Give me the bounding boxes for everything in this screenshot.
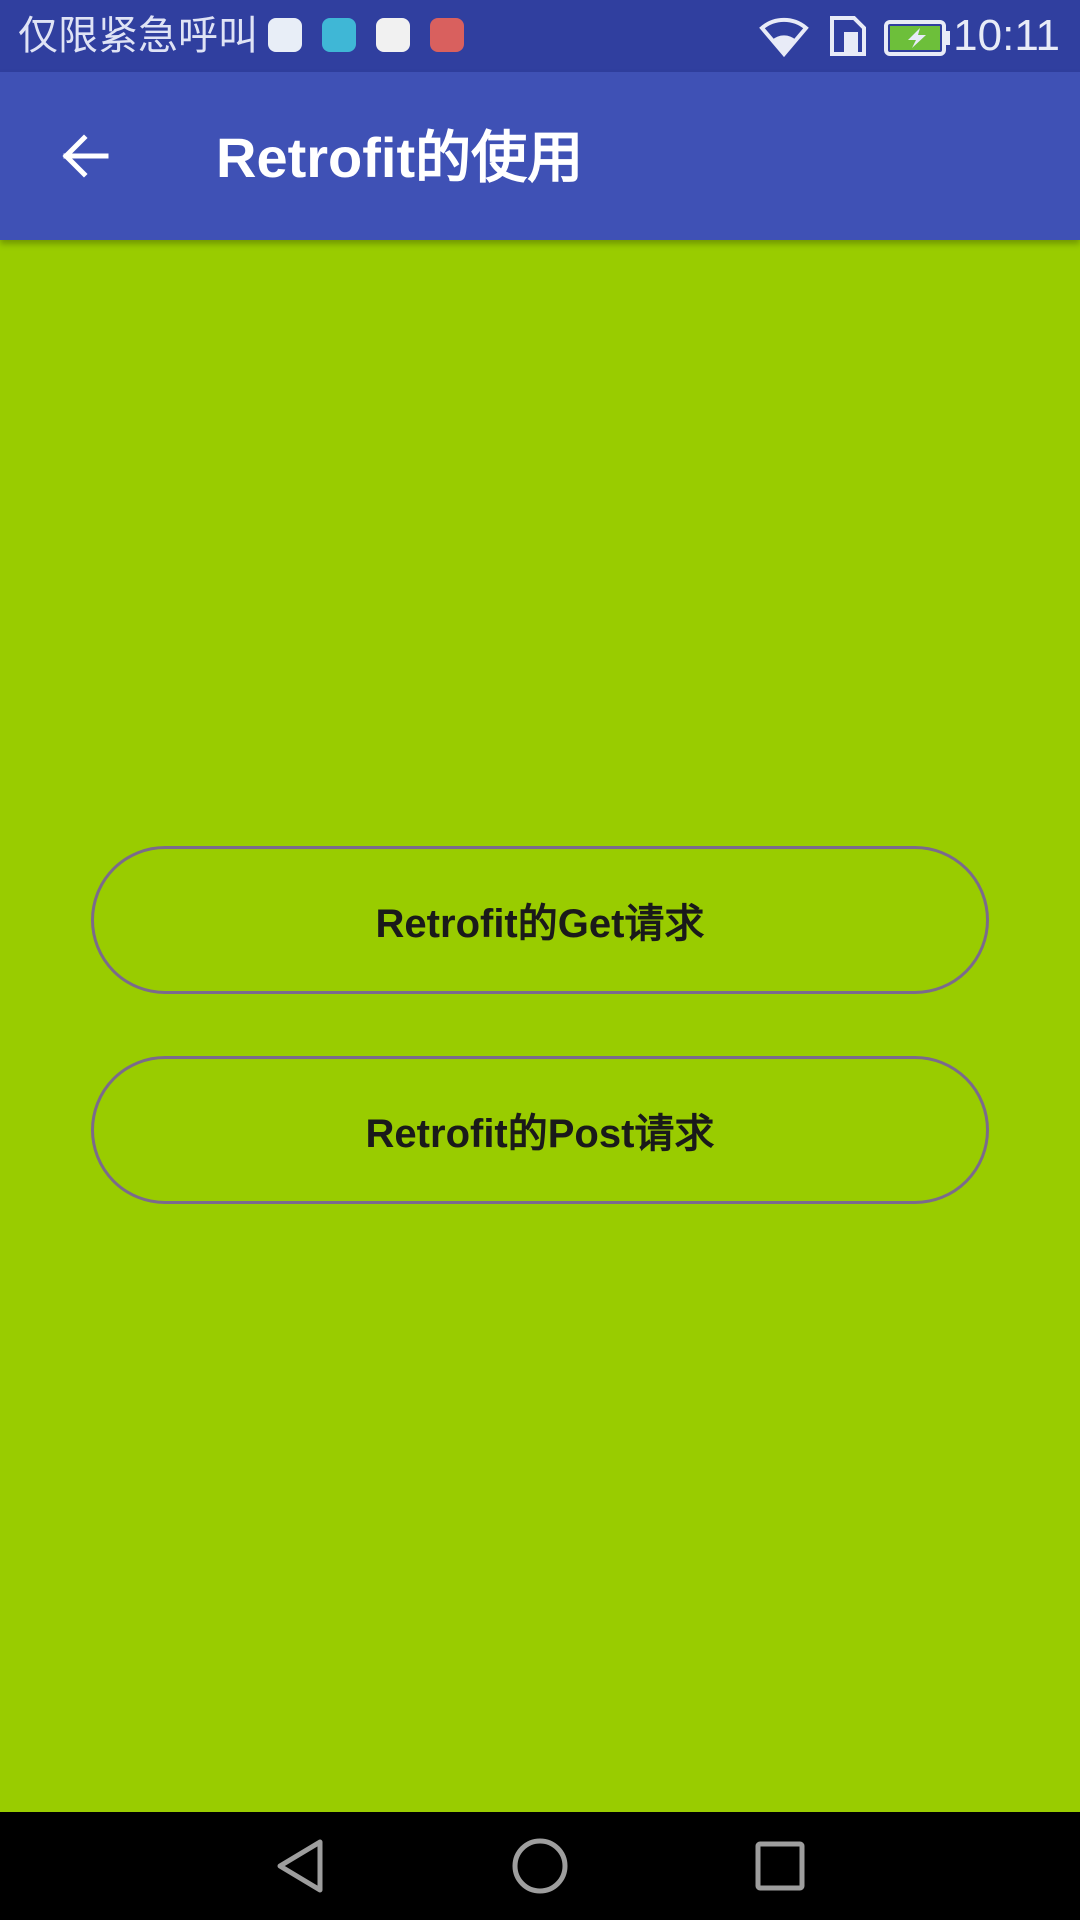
battery-charging-icon [884, 20, 950, 56]
page-title: Retrofit的使用 [216, 126, 584, 189]
home-circle-icon [512, 1838, 568, 1894]
back-triangle-icon [277, 1839, 323, 1893]
post-request-button[interactable]: Retrofit的Post请求 [91, 1056, 989, 1204]
navigation-bar [0, 1812, 1080, 1920]
nav-recents-button[interactable] [744, 1830, 816, 1902]
get-request-button[interactable]: Retrofit的Get请求 [91, 846, 989, 994]
status-bar: 仅限紧急呼叫 10:11 [0, 0, 1080, 72]
screen: 仅限紧急呼叫 10:11 Retrofit的使用 Retrofit的Get请求 … [0, 0, 1080, 1920]
status-time: 10:11 [953, 11, 1060, 60]
color-ball-app-icon [268, 18, 302, 52]
nav-home-button[interactable] [504, 1830, 576, 1902]
app-bar: Retrofit的使用 [0, 72, 1080, 240]
carrier-status-text: 仅限紧急呼叫 [18, 13, 258, 59]
screen-record-icon [430, 18, 464, 52]
back-button[interactable] [40, 112, 128, 200]
android-app-icon [322, 18, 356, 52]
nav-back-button[interactable] [264, 1830, 336, 1902]
recents-square-icon [755, 1841, 805, 1891]
wifi-icon [759, 17, 809, 58]
arrow-back-icon [62, 134, 109, 178]
news-app-icon [376, 18, 410, 52]
sim-icon [830, 16, 866, 56]
